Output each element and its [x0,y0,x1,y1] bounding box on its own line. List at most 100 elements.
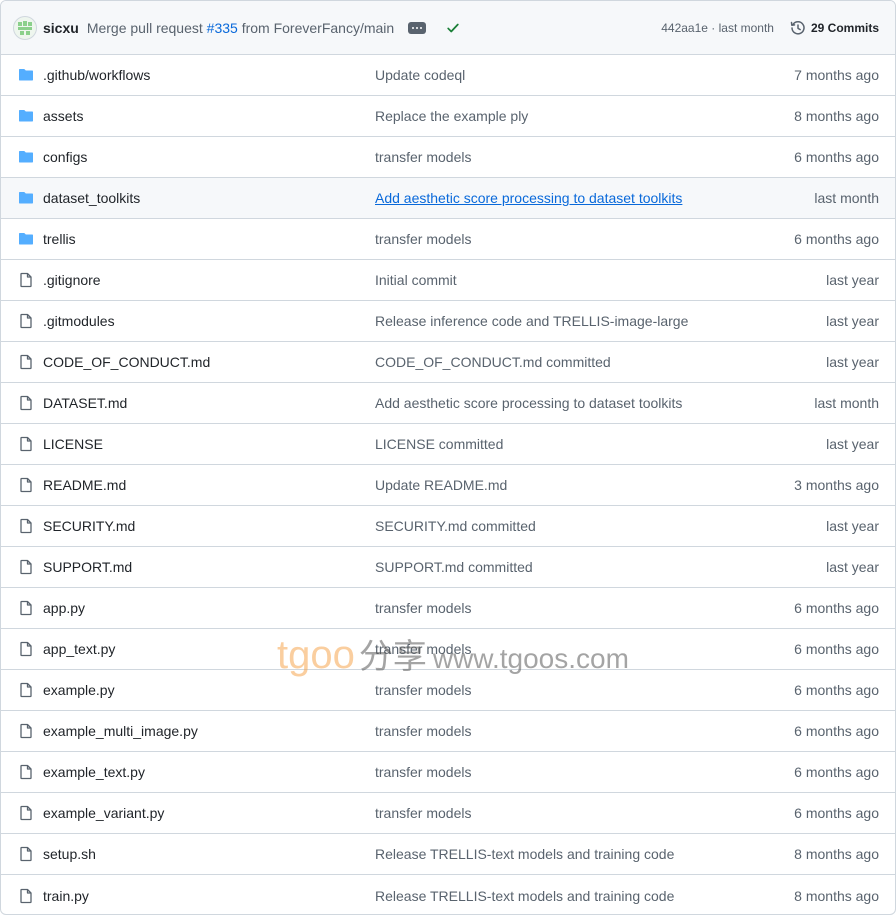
file-commit-date: last year [826,313,879,329]
file-name[interactable]: .gitignore [43,272,375,288]
file-row[interactable]: assets Replace the example ply 8 months ag… [1,96,895,137]
file-icon [17,394,35,412]
file-row[interactable]: dataset_toolkits Add aesthetic score proc… [1,178,895,219]
file-name[interactable]: example.py [43,682,375,698]
file-commit-message[interactable]: transfer models [375,149,794,165]
file-name[interactable]: dataset_toolkits [43,190,375,206]
file-commit-message[interactable]: Initial commit [375,272,826,288]
file-icon [17,435,35,453]
file-name[interactable]: .gitmodules [43,313,375,329]
file-commit-date: last year [826,272,879,288]
file-commit-message[interactable]: transfer models [375,600,794,616]
file-row[interactable]: SUPPORT.md SUPPORT.md committed last year [1,547,895,588]
file-name[interactable]: trellis [43,231,375,247]
expand-message-button[interactable] [408,21,427,34]
file-name[interactable]: train.py [43,888,375,904]
file-commit-message[interactable]: Release TRELLIS-text models and training… [375,846,794,862]
file-name[interactable]: setup.sh [43,846,375,862]
commit-sha-time[interactable]: 442aa1e · last month [661,21,774,35]
file-name[interactable]: app_text.py [43,641,375,657]
file-name[interactable]: SUPPORT.md [43,559,375,575]
file-commit-date: 6 months ago [794,600,879,616]
file-row[interactable]: trellis transfer models 6 months ago [1,219,895,260]
file-row[interactable]: DATASET.md Add aesthetic score processing… [1,383,895,424]
file-commit-date: 6 months ago [794,764,879,780]
file-commit-date: 6 months ago [794,231,879,247]
file-commit-message[interactable]: SUPPORT.md committed [375,559,826,575]
file-commit-message[interactable]: transfer models [375,231,794,247]
file-icon [17,887,35,905]
file-list: .github/workflows Update codeql 7 months a… [1,55,895,914]
file-name[interactable]: assets [43,108,375,124]
folder-icon [17,148,35,166]
file-commit-date: 7 months ago [794,67,879,83]
commit-message[interactable]: Merge pull request #335 from ForeverFanc… [87,20,394,36]
file-row[interactable]: .github/workflows Update codeql 7 months a… [1,55,895,96]
commits-link[interactable]: 29 Commits [790,20,879,36]
file-commit-date: 3 months ago [794,477,879,493]
file-row[interactable]: example_multi_image.py transfer models 6 m… [1,711,895,752]
file-row[interactable]: .gitignore Initial commit last year [1,260,895,301]
commits-count: 29 Commits [810,20,879,35]
avatar[interactable] [13,15,37,40]
file-name[interactable]: LICENSE [43,436,375,452]
file-name[interactable]: example_text.py [43,764,375,780]
folder-icon [17,230,35,248]
commit-message-suffix: from ForeverFancy/main [237,19,395,36]
file-name[interactable]: app.py [43,600,375,616]
file-commit-message[interactable]: Release TRELLIS-text models and training… [375,888,794,904]
file-row[interactable]: CODE_OF_CONDUCT.md CODE_OF_CONDUCT.md com… [1,342,895,383]
file-commit-message[interactable]: CODE_OF_CONDUCT.md committed [375,354,826,370]
file-row[interactable]: example_variant.py transfer models 6 month… [1,793,895,834]
file-name[interactable]: SECURITY.md [43,518,375,534]
file-commit-message[interactable]: transfer models [375,682,794,698]
commit-sha[interactable]: 442aa1e [661,21,708,35]
file-row[interactable]: LICENSE LICENSE committed last year [1,424,895,465]
pr-link[interactable]: #335 [207,20,238,36]
file-icon [17,353,35,371]
file-row[interactable]: .gitmodules Release inference code and TR… [1,301,895,342]
file-commit-date: last year [826,559,879,575]
file-commit-date: last year [826,436,879,452]
file-icon [17,558,35,576]
file-row[interactable]: example.py transfer models 6 months ago [1,670,895,711]
file-commit-message[interactable]: Add aesthetic score processing to datase… [375,395,814,411]
file-commit-date: 8 months ago [794,108,879,124]
file-row[interactable]: setup.sh Release TRELLIS-text models and … [1,834,895,875]
file-name[interactable]: .github/workflows [43,67,375,83]
file-commit-date: last month [814,395,879,411]
file-row[interactable]: configs transfer models 6 months ago [1,137,895,178]
file-row[interactable]: example_text.py transfer models 6 months a… [1,752,895,793]
file-commit-date: 8 months ago [794,887,879,904]
file-name[interactable]: configs [43,149,375,165]
file-commit-message[interactable]: transfer models [375,805,794,821]
file-icon [17,271,35,289]
file-name[interactable]: example_variant.py [43,805,375,821]
file-commit-message[interactable]: transfer models [375,641,794,657]
file-name[interactable]: example_multi_image.py [43,723,375,739]
file-icon [17,312,35,330]
file-commit-message[interactable]: SECURITY.md committed [375,518,826,534]
file-row[interactable]: README.md Update README.md 3 months ago [1,465,895,506]
file-commit-message[interactable]: Update README.md [375,477,794,493]
file-icon [17,804,35,822]
file-name[interactable]: README.md [43,477,375,493]
check-status-icon[interactable] [446,21,460,35]
file-commit-message[interactable]: transfer models [375,764,794,780]
file-commit-message[interactable]: Release inference code and TRELLIS-image… [375,313,826,329]
latest-commit-bar: sicxu Merge pull request #335 from Forev… [1,1,895,55]
file-commit-message[interactable]: Add aesthetic score processing to datase… [375,190,814,206]
file-commit-message[interactable]: Replace the example ply [375,108,794,124]
commit-author[interactable]: sicxu [43,20,79,36]
file-row[interactable]: train.py Release TRELLIS-text models and … [1,875,895,914]
file-row[interactable]: app_text.py transfer models 6 months ago [1,629,895,670]
file-name[interactable]: DATASET.md [43,395,375,411]
file-commit-message[interactable]: LICENSE committed [375,436,826,452]
file-row[interactable]: app.py transfer models 6 months ago [1,588,895,629]
file-row[interactable]: SECURITY.md SECURITY.md committed last yea… [1,506,895,547]
file-commit-message[interactable]: Update codeql [375,67,794,83]
file-commit-message[interactable]: transfer models [375,723,794,739]
file-name[interactable]: CODE_OF_CONDUCT.md [43,354,375,370]
history-icon [790,20,805,35]
commit-time: last month [718,20,774,35]
